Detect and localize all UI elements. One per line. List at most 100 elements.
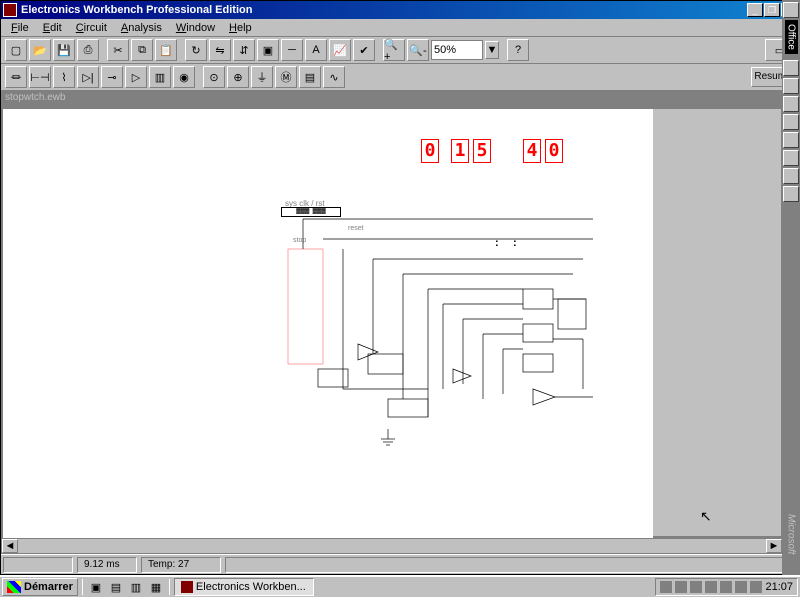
capacitor-icon[interactable]: ⊢⊣ xyxy=(29,66,51,88)
office-app-icon[interactable] xyxy=(783,60,799,76)
office-app-icon[interactable] xyxy=(783,78,799,94)
horizontal-scrollbar[interactable]: ◄ ► xyxy=(1,538,783,554)
source-icon[interactable]: ⊕ xyxy=(227,66,249,88)
menu-edit[interactable]: Edit xyxy=(37,21,68,35)
cut-icon[interactable]: ✂ xyxy=(107,39,129,61)
status-time: 9.12 ms xyxy=(77,557,137,573)
office-label: Office xyxy=(785,20,798,54)
status-temp: Temp: 27 xyxy=(141,557,221,573)
menu-file[interactable]: File xyxy=(5,21,35,35)
zoom-dropdown-icon[interactable]: ▼ xyxy=(485,41,499,59)
scroll-left-icon[interactable]: ◄ xyxy=(2,539,18,553)
menu-analysis[interactable]: Analysis xyxy=(115,21,168,35)
document-title: stopwtch.ewb xyxy=(1,91,799,107)
office-shortcut-bar: Office Microsoft xyxy=(782,0,800,575)
menu-circuit[interactable]: Circuit xyxy=(70,21,113,35)
app-title: Electronics Workbench Professional Editi… xyxy=(21,4,747,16)
menu-help[interactable]: Help xyxy=(223,21,258,35)
component-icon[interactable]: ▣ xyxy=(257,39,279,61)
display-digit-2: 5 xyxy=(473,139,491,163)
inductor-icon[interactable]: ⌇ xyxy=(53,66,75,88)
help-icon[interactable]: ? xyxy=(507,39,529,61)
tray-icon[interactable] xyxy=(705,581,717,593)
titlebar[interactable]: Electronics Workbench Professional Editi… xyxy=(1,1,799,19)
switch-icon[interactable]: ⊙ xyxy=(203,66,225,88)
taskbar-app-button[interactable]: Electronics Workben... xyxy=(174,578,314,596)
status-empty xyxy=(3,557,73,573)
ewb-icon xyxy=(181,581,193,593)
quicklaunch-icon[interactable]: ▦ xyxy=(147,578,165,596)
scroll-right-icon[interactable]: ► xyxy=(766,539,782,553)
resistor-icon[interactable]: ⏛ xyxy=(5,66,27,88)
opamp-icon[interactable]: ▷ xyxy=(125,66,147,88)
tray-icon[interactable] xyxy=(675,581,687,593)
tray-icon[interactable] xyxy=(660,581,672,593)
meter-icon[interactable]: Ⓜ xyxy=(275,66,297,88)
office-app-icon[interactable] xyxy=(783,168,799,184)
rotate-icon[interactable]: ↻ xyxy=(185,39,207,61)
diode-icon[interactable]: ▷| xyxy=(77,66,99,88)
probe-icon[interactable]: ✔ xyxy=(353,39,375,61)
quicklaunch-icon[interactable]: ▣ xyxy=(87,578,105,596)
windows-logo-icon xyxy=(7,581,21,593)
canvas-area: sys clk / rst ▓▓▓ ▓▓▓ reset stop 0 1 5 :… xyxy=(3,109,781,536)
office-app-icon[interactable] xyxy=(783,132,799,148)
zoom-out-icon[interactable]: 🔍- xyxy=(407,39,429,61)
display-digit-4: 0 xyxy=(545,139,563,163)
component-toolbar: ⏛ ⊢⊣ ⌇ ▷| ⊸ ▷ ▥ ◉ ⊙ ⊕ ⏚ Ⓜ ▤ ∿ Resume xyxy=(1,64,799,91)
taskbar: Démarrer ▣ ▤ ▥ ▦ Electronics Workben... … xyxy=(0,575,800,597)
microsoft-label: Microsoft xyxy=(786,514,797,555)
tray-icon[interactable] xyxy=(735,581,747,593)
copy-icon[interactable]: ⧉ xyxy=(131,39,153,61)
tray-icon[interactable] xyxy=(750,581,762,593)
office-menu-icon[interactable] xyxy=(783,2,799,18)
menu-window[interactable]: Window xyxy=(170,21,221,35)
display-digit-3: 4 xyxy=(523,139,541,163)
tray-icon[interactable] xyxy=(690,581,702,593)
flip-h-icon[interactable]: ⇋ xyxy=(209,39,231,61)
app-icon xyxy=(3,3,17,17)
flip-v-icon[interactable]: ⇵ xyxy=(233,39,255,61)
start-button[interactable]: Démarrer xyxy=(2,578,78,596)
wire-icon[interactable]: ─ xyxy=(281,39,303,61)
start-label: Démarrer xyxy=(24,581,73,593)
office-app-icon[interactable] xyxy=(783,150,799,166)
office-app-icon[interactable] xyxy=(783,186,799,202)
minimize-button[interactable]: _ xyxy=(747,3,763,17)
main-toolbar: ▢ 📂 💾 ⎙ ✂ ⧉ 📋 ↻ ⇋ ⇵ ▣ ─ A 📈 ✔ 🔍+ 🔍- 50% … xyxy=(1,37,799,64)
quicklaunch-icon[interactable]: ▥ xyxy=(127,578,145,596)
graph-icon[interactable]: 📈 xyxy=(329,39,351,61)
new-icon[interactable]: ▢ xyxy=(5,39,27,61)
gen-icon[interactable]: ∿ xyxy=(323,66,345,88)
office-app-icon[interactable] xyxy=(783,114,799,130)
clock: 21:07 xyxy=(765,581,793,593)
zoom-value: 50% xyxy=(434,44,456,56)
tray-icon[interactable] xyxy=(720,581,732,593)
app-window: Electronics Workbench Professional Editi… xyxy=(0,0,800,575)
save-icon[interactable]: 💾 xyxy=(53,39,75,61)
zoom-in-icon[interactable]: 🔍+ xyxy=(383,39,405,61)
text-icon[interactable]: A xyxy=(305,39,327,61)
circuit-schematic xyxy=(283,189,603,449)
led-icon[interactable]: ◉ xyxy=(173,66,195,88)
transistor-icon[interactable]: ⊸ xyxy=(101,66,123,88)
scope-icon[interactable]: ▤ xyxy=(299,66,321,88)
maximize-button[interactable]: ❐ xyxy=(764,3,780,17)
workspace: stopwtch.ewb sys clk / rst ▓▓▓ ▓▓▓ reset… xyxy=(1,91,799,554)
quicklaunch-icon[interactable]: ▤ xyxy=(107,578,125,596)
ic-icon[interactable]: ▥ xyxy=(149,66,171,88)
system-tray: 21:07 xyxy=(655,578,798,596)
open-icon[interactable]: 📂 xyxy=(29,39,51,61)
office-app-icon[interactable] xyxy=(783,96,799,112)
ground-icon[interactable]: ⏚ xyxy=(251,66,273,88)
print-icon[interactable]: ⎙ xyxy=(77,39,99,61)
schematic-canvas[interactable]: sys clk / rst ▓▓▓ ▓▓▓ reset stop 0 1 5 :… xyxy=(3,109,653,554)
statusbar: 9.12 ms Temp: 27 xyxy=(1,554,799,574)
status-message xyxy=(225,557,797,573)
display-digit-1: 1 xyxy=(451,139,469,163)
menubar: File Edit Circuit Analysis Window Help xyxy=(1,19,799,37)
paste-icon[interactable]: 📋 xyxy=(155,39,177,61)
zoom-select[interactable]: 50% xyxy=(431,40,483,60)
display-digit-0: 0 xyxy=(421,139,439,163)
task-label: Electronics Workben... xyxy=(196,581,306,593)
